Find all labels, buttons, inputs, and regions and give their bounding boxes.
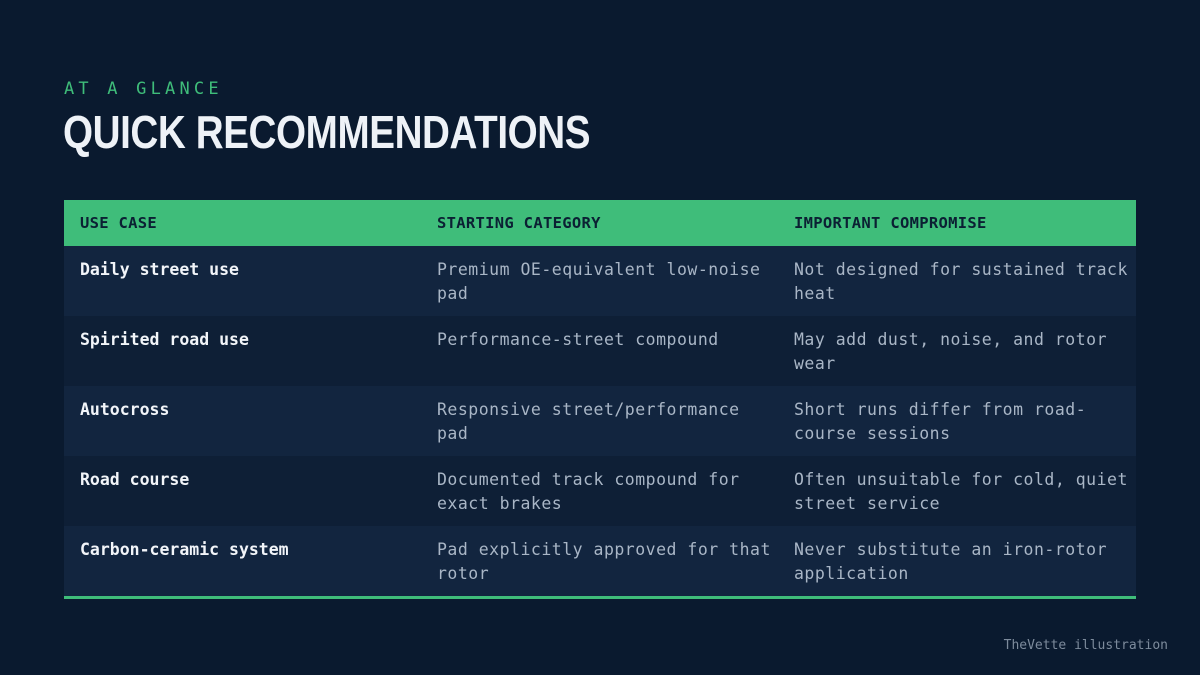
column-header-important-compromise: IMPORTANT COMPROMISE	[794, 214, 987, 232]
eyebrow-label: AT A GLANCE	[64, 79, 223, 99]
cell-starting-category: Documented track compound for exact brak…	[437, 470, 740, 513]
table-row: Autocross Responsive street/performance …	[64, 386, 1136, 456]
table-header: USE CASE STARTING CATEGORY IMPORTANT COM…	[64, 200, 1136, 246]
page-title: QUICK RECOMMENDATIONS	[63, 106, 591, 158]
credit-caption: TheVette illustration	[1003, 638, 1168, 653]
cell-important-compromise: Often unsuitable for cold, quiet street …	[794, 470, 1128, 513]
cell-use-case: Road course	[80, 470, 190, 489]
table-row: Spirited road use Performance-street com…	[64, 316, 1136, 386]
recommendations-table: USE CASE STARTING CATEGORY IMPORTANT COM…	[64, 200, 1136, 599]
cell-starting-category: Responsive street/performance pad	[437, 400, 740, 443]
cell-starting-category: Pad explicitly approved for that rotor	[437, 540, 771, 583]
cell-use-case: Spirited road use	[80, 330, 249, 349]
cell-important-compromise: May add dust, noise, and rotor wear	[794, 330, 1108, 373]
cell-use-case: Carbon-ceramic system	[80, 540, 289, 559]
cell-important-compromise: Not designed for sustained track heat	[794, 260, 1128, 303]
table-row: Road course Documented track compound fo…	[64, 456, 1136, 526]
cell-starting-category: Performance-street compound	[437, 330, 719, 349]
table-row: Daily street use Premium OE-equivalent l…	[64, 246, 1136, 316]
column-header-use-case: USE CASE	[80, 214, 158, 232]
cell-important-compromise: Short runs differ from road-course sessi…	[794, 400, 1087, 443]
cell-starting-category: Premium OE-equivalent low-noise pad	[437, 260, 761, 303]
cell-important-compromise: Never substitute an iron-rotor applicati…	[794, 540, 1108, 583]
table-row: Carbon-ceramic system Pad explicitly app…	[64, 526, 1136, 596]
cell-use-case: Daily street use	[80, 260, 239, 279]
cell-use-case: Autocross	[80, 400, 170, 419]
column-header-starting-category: STARTING CATEGORY	[437, 214, 601, 232]
